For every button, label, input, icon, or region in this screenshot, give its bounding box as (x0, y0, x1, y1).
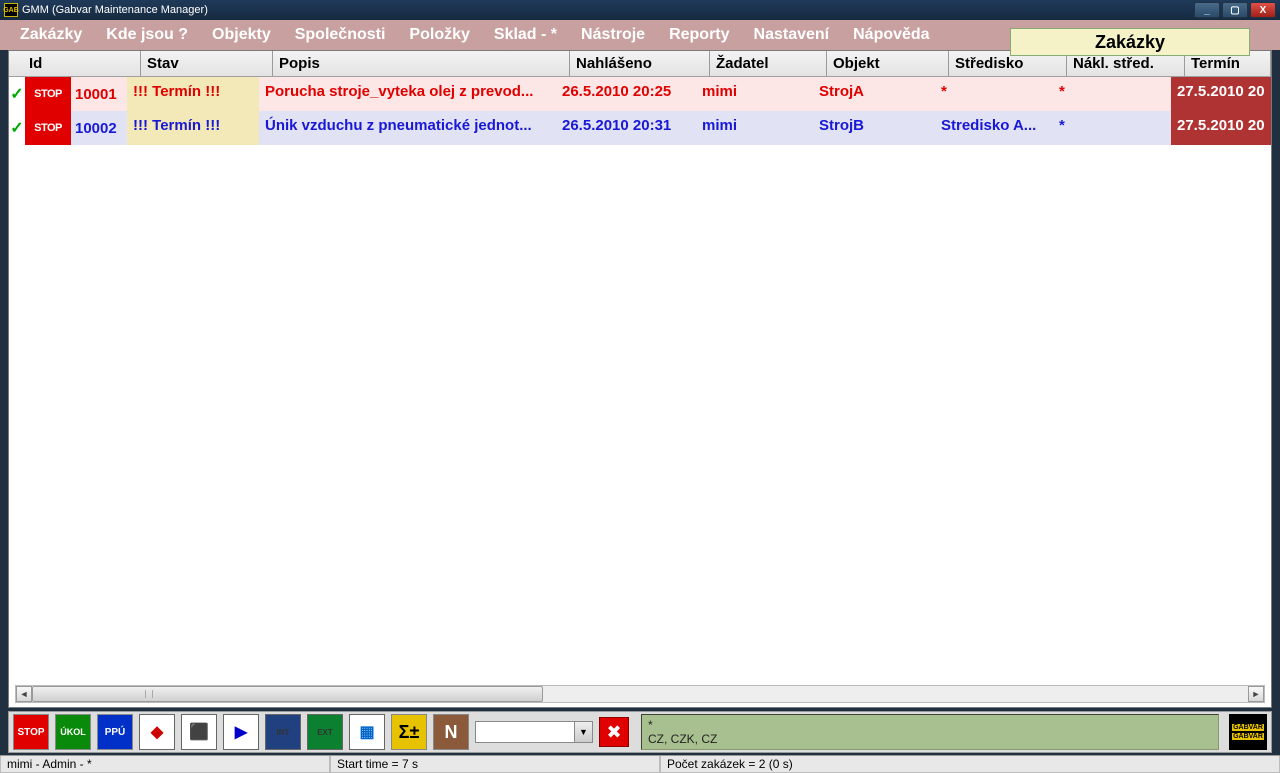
check-icon: ✓ (9, 111, 25, 145)
table-row[interactable]: ✓ STOP 10001 !!! Termín !!! Porucha stro… (9, 77, 1271, 111)
maximize-button[interactable]: ▢ (1222, 2, 1248, 18)
cell-stav: !!! Termín !!! (127, 111, 259, 145)
window-title: GMM (Gabvar Maintenance Manager) (22, 4, 208, 16)
tool-button-5[interactable]: ⬛ (181, 714, 217, 750)
app-icon: GAB (4, 3, 18, 17)
tool-delete-button[interactable]: ✖ (599, 717, 629, 747)
menu-reporty[interactable]: Reporty (657, 22, 741, 48)
tool-button-4[interactable]: ◆ (139, 714, 175, 750)
cell-zadatel: mimi (696, 77, 813, 111)
info-line1: * (648, 718, 1212, 732)
menu-nastroje[interactable]: Nástroje (569, 22, 657, 48)
col-stav[interactable]: Stav (141, 51, 273, 76)
menu-kde-jsou[interactable]: Kde jsou ? (94, 22, 200, 48)
check-icon: ✓ (9, 77, 25, 111)
tool-ppu-button[interactable]: PPÚ (97, 714, 133, 750)
menu-sklad[interactable]: Sklad - * (482, 22, 569, 48)
cell-id: 10001 (71, 86, 117, 103)
scroll-left-button[interactable]: ◄ (16, 686, 32, 702)
close-button[interactable]: X (1250, 2, 1276, 18)
cell-nakl: * (1053, 77, 1171, 111)
grid-body: ✓ STOP 10001 !!! Termín !!! Porucha stro… (9, 77, 1271, 145)
gabvar-logo: GABVARGABVAR (1229, 714, 1267, 750)
tool-button-8[interactable]: EXT (307, 714, 343, 750)
cell-zadatel: mimi (696, 111, 813, 145)
scroll-right-button[interactable]: ► (1248, 686, 1264, 702)
menu-objekty[interactable]: Objekty (200, 22, 283, 48)
minimize-button[interactable]: _ (1194, 2, 1220, 18)
cell-nakl: * (1053, 111, 1171, 145)
horizontal-scrollbar[interactable]: ◄ ► (15, 685, 1265, 703)
view-title-badge: Zakázky (1010, 28, 1250, 56)
col-objekt[interactable]: Objekt (827, 51, 949, 76)
col-id[interactable]: Id (23, 51, 141, 76)
col-icon[interactable] (9, 51, 23, 76)
title-bar: GAB GMM (Gabvar Maintenance Manager) _ ▢… (0, 0, 1280, 20)
cell-popis: Únik vzduchu z pneumatické jednot... (259, 111, 556, 145)
tool-button-9[interactable]: ▦ (349, 714, 385, 750)
cell-stredisko: * (935, 77, 1053, 111)
menu-zakazky[interactable]: Zakázky (8, 22, 94, 48)
cell-termin: 27.5.2010 20 (1171, 77, 1271, 111)
cell-objekt: StrojA (813, 77, 935, 111)
info-line2: CZ, CZK, CZ (648, 732, 1212, 746)
tool-stop-button[interactable]: STOP (13, 714, 49, 750)
cell-objekt: StrojB (813, 111, 935, 145)
cell-nahlaseno: 26.5.2010 20:31 (556, 111, 696, 145)
cell-stredisko: Stredisko A... (935, 111, 1053, 145)
status-time: Start time = 7 s (330, 756, 660, 773)
col-popis[interactable]: Popis (273, 51, 570, 76)
tool-ukol-button[interactable]: ÚKOL (55, 714, 91, 750)
status-user: mimi - Admin - * (0, 756, 330, 773)
cell-stav: !!! Termín !!! (127, 77, 259, 111)
tool-button-6[interactable]: ▶ (223, 714, 259, 750)
menu-nastaveni[interactable]: Nastavení (742, 22, 842, 48)
menu-bar: Zakázky Kde jsou ? Objekty Společnosti P… (0, 20, 1280, 50)
menu-polozky[interactable]: Položky (397, 22, 481, 48)
cell-id: 10002 (71, 120, 117, 137)
filter-combo[interactable] (475, 721, 575, 743)
tool-n-button[interactable]: N (433, 714, 469, 750)
status-count: Počet zakázek = 2 (0 s) (660, 756, 1280, 773)
cell-popis: Porucha stroje_vyteka olej z prevod... (259, 77, 556, 111)
stop-icon: STOP (25, 111, 71, 145)
tool-button-7[interactable]: INT (265, 714, 301, 750)
menu-napoveda[interactable]: Nápověda (841, 22, 941, 48)
col-zadatel[interactable]: Žadatel (710, 51, 827, 76)
cell-termin: 27.5.2010 20 (1171, 111, 1271, 145)
menu-spolecnosti[interactable]: Společnosti (283, 22, 398, 48)
status-bar: mimi - Admin - * Start time = 7 s Počet … (0, 755, 1280, 773)
col-nahlaseno[interactable]: Nahlášeno (570, 51, 710, 76)
stop-icon: STOP (25, 77, 71, 111)
table-row[interactable]: ✓ STOP 10002 !!! Termín !!! Únik vzduchu… (9, 111, 1271, 145)
combo-dropdown-button[interactable]: ▼ (575, 721, 593, 743)
info-panel: * CZ, CZK, CZ (641, 714, 1219, 750)
scroll-thumb[interactable] (32, 686, 543, 702)
grid-container: Id Stav Popis Nahlášeno Žadatel Objekt S… (8, 50, 1272, 708)
bottom-toolbar: STOP ÚKOL PPÚ ◆ ⬛ ▶ INT EXT ▦ Σ± N ▼ ✖ *… (8, 711, 1272, 753)
tool-sum-button[interactable]: Σ± (391, 714, 427, 750)
cell-nahlaseno: 26.5.2010 20:25 (556, 77, 696, 111)
